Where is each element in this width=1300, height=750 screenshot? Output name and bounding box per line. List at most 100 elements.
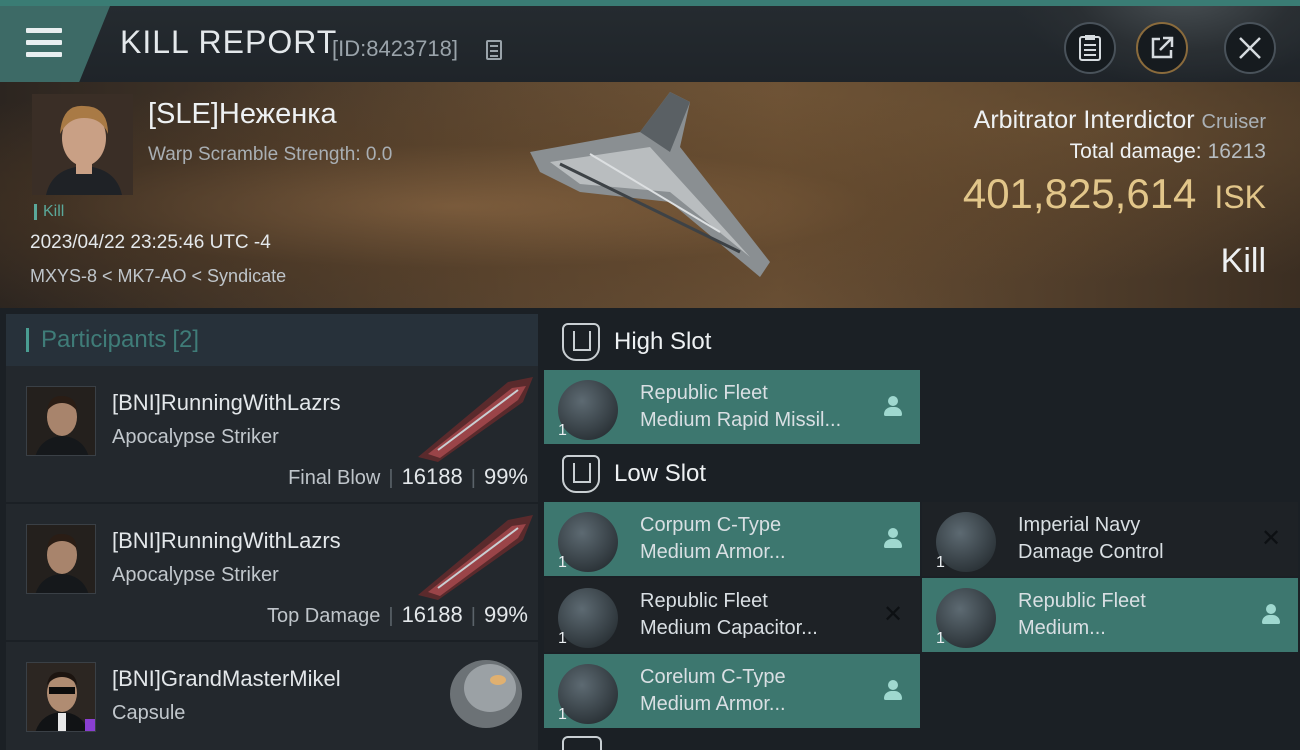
kill-timestamp: 2023/04/22 23:25:46 UTC -4 [30,232,271,253]
stat-separator: | [470,605,476,627]
hamburger-menu-icon [26,28,62,58]
participant-row[interactable]: [BNI]RunningWithLazrs Apocalypse Striker… [6,366,538,502]
module-quantity: 1 [936,630,945,647]
capacitor-module-icon [936,588,996,648]
menu-button[interactable] [0,6,110,82]
fitting-panel: High Slot 1 Republic Fleet Medium Rapid … [544,314,1300,750]
clipboard-icon [1079,35,1101,61]
participant-damage: 16188 [401,464,463,489]
stat-separator: | [388,605,394,627]
high-slot-icon [562,323,600,361]
participants-header: Participants [2] [6,314,538,366]
module-name-line2: Medium Armor... [640,541,786,563]
module-name-line2: Medium Capacitor... [640,617,818,639]
participant-percent: 99% [483,602,528,627]
share-button[interactable] [1136,22,1188,74]
close-icon [1239,37,1261,59]
armor-repairer-icon [558,512,618,572]
capsule-image[interactable] [408,648,538,738]
participant-portrait[interactable] [26,662,96,732]
participant-damage: 16188 [401,602,463,627]
pilot-portrait-icon [27,387,95,455]
participant-ship-image[interactable] [408,372,538,462]
total-damage-value: 16213 [1207,140,1266,163]
participants-label: Participants [41,326,167,353]
module-quantity: 1 [936,554,945,571]
module-quantity: 1 [558,554,567,571]
page-title: KILL REPORT [120,24,338,60]
low-slot-icon [562,455,600,493]
dropped-person-icon [882,394,904,418]
isk-unit: ISK [1214,179,1266,215]
participant-name[interactable]: [BNI]RunningWithLazrs [112,528,341,554]
module-tile[interactable]: 1 Imperial Navy Damage Control ✕ [922,502,1298,576]
module-tile[interactable]: 1 Republic Fleet Medium Rapid Missil... [544,370,920,444]
participant-stats: Final Blow | 16188 | 99% [288,464,528,490]
share-icon [1151,36,1174,59]
victim-ship-name[interactable]: Arbitrator Interdictor Cruiser [974,106,1266,135]
victim-ship-image[interactable] [520,92,780,282]
module-name-line2: Medium Rapid Missil... [640,409,842,431]
participant-name[interactable]: [BNI]GrandMasterMikel [112,666,341,692]
module-name-line1: Corelum C-Type [640,666,786,688]
header-bar: KILL REPORT [ID:8423718] [0,0,1300,86]
victim-name[interactable]: [SLE]Неженка [148,98,337,131]
module-name-line2: Medium... [1018,617,1106,639]
dropped-person-icon [882,526,904,550]
high-slot-title: High Slot [614,328,712,355]
module-quantity: 1 [558,630,567,647]
module-quantity: 1 [558,706,567,723]
warp-scramble-strength: Warp Scramble Strength: 0.0 [148,144,393,165]
victim-portrait[interactable] [32,94,133,195]
ship-name-text: Arbitrator Interdictor [973,106,1195,134]
module-name-line1: Corpum C-Type [640,514,782,536]
module-tile[interactable]: 1 Corpum C-Type Medium Armor... [544,502,920,576]
participant-role: Top Damage [266,605,381,627]
module-tile[interactable]: 1 Republic Fleet Medium... [922,578,1298,652]
participant-ship: Capsule [112,702,186,724]
dropped-person-icon [1260,602,1282,626]
next-slot-icon [562,736,602,750]
module-name-line2: Damage Control [1018,541,1164,563]
module-name-line1: Republic Fleet [640,382,768,404]
participant-ship-image[interactable] [408,510,538,600]
module-tile[interactable]: 1 Corelum C-Type Medium Armor... [544,654,920,728]
participant-row[interactable]: [BNI]GrandMasterMikel Capsule [6,642,538,750]
participant-ship: Apocalypse Striker [112,564,279,586]
participant-portrait[interactable] [26,386,96,456]
rapid-missile-launcher-icon [558,380,618,440]
high-slot-header: High Slot [544,314,1300,370]
pilot-portrait-icon [32,94,133,195]
participant-stats: Top Damage | 16188 | 99% [267,602,528,628]
participant-percent: 99% [483,464,528,489]
capacitor-battery-icon [558,588,618,648]
clipboard-button[interactable] [1064,22,1116,74]
header-accent-bar [26,328,29,352]
participants-count: [2] [172,326,200,353]
module-name: Republic Fleet Medium Capacitor... [640,588,870,642]
module-name-line1: Imperial Navy [1018,514,1141,536]
participant-role: Final Blow [288,467,381,489]
module-name: Imperial Navy Damage Control [1018,512,1248,566]
close-button[interactable] [1224,22,1276,74]
participant-portrait[interactable] [26,524,96,594]
low-slot-title: Low Slot [614,460,707,487]
low-slot-modules: 1 Corpum C-Type Medium Armor... 1 Imperi… [544,502,1300,732]
module-name-line1: Republic Fleet [1018,590,1146,612]
participants-panel: Participants [2] [BNI]RunningWithLazrs A… [6,314,538,750]
module-name-line2: Medium Armor... [640,693,786,715]
kill-location[interactable]: MXYS-8 < MK7-AO < Syndicate [30,266,286,287]
armor-repairer-icon [558,664,618,724]
copy-icon[interactable] [486,40,502,60]
kill-result: Kill [1220,242,1266,280]
participant-name[interactable]: [BNI]RunningWithLazrs [112,390,341,416]
module-tile[interactable]: 1 Republic Fleet Medium Capacitor... ✕ [544,578,920,652]
total-damage: Total damage: 16213 [1070,140,1266,164]
isk-value: 401,825,614 ISK [963,170,1266,218]
pilot-portrait-icon [27,663,95,731]
participant-row[interactable]: [BNI]RunningWithLazrs Apocalypse Striker… [6,504,538,640]
kill-tag: Kill [34,204,64,220]
module-quantity: 1 [558,422,567,439]
isk-amount: 401,825,614 [962,170,1197,217]
destroyed-x-icon: ✕ [882,600,904,628]
